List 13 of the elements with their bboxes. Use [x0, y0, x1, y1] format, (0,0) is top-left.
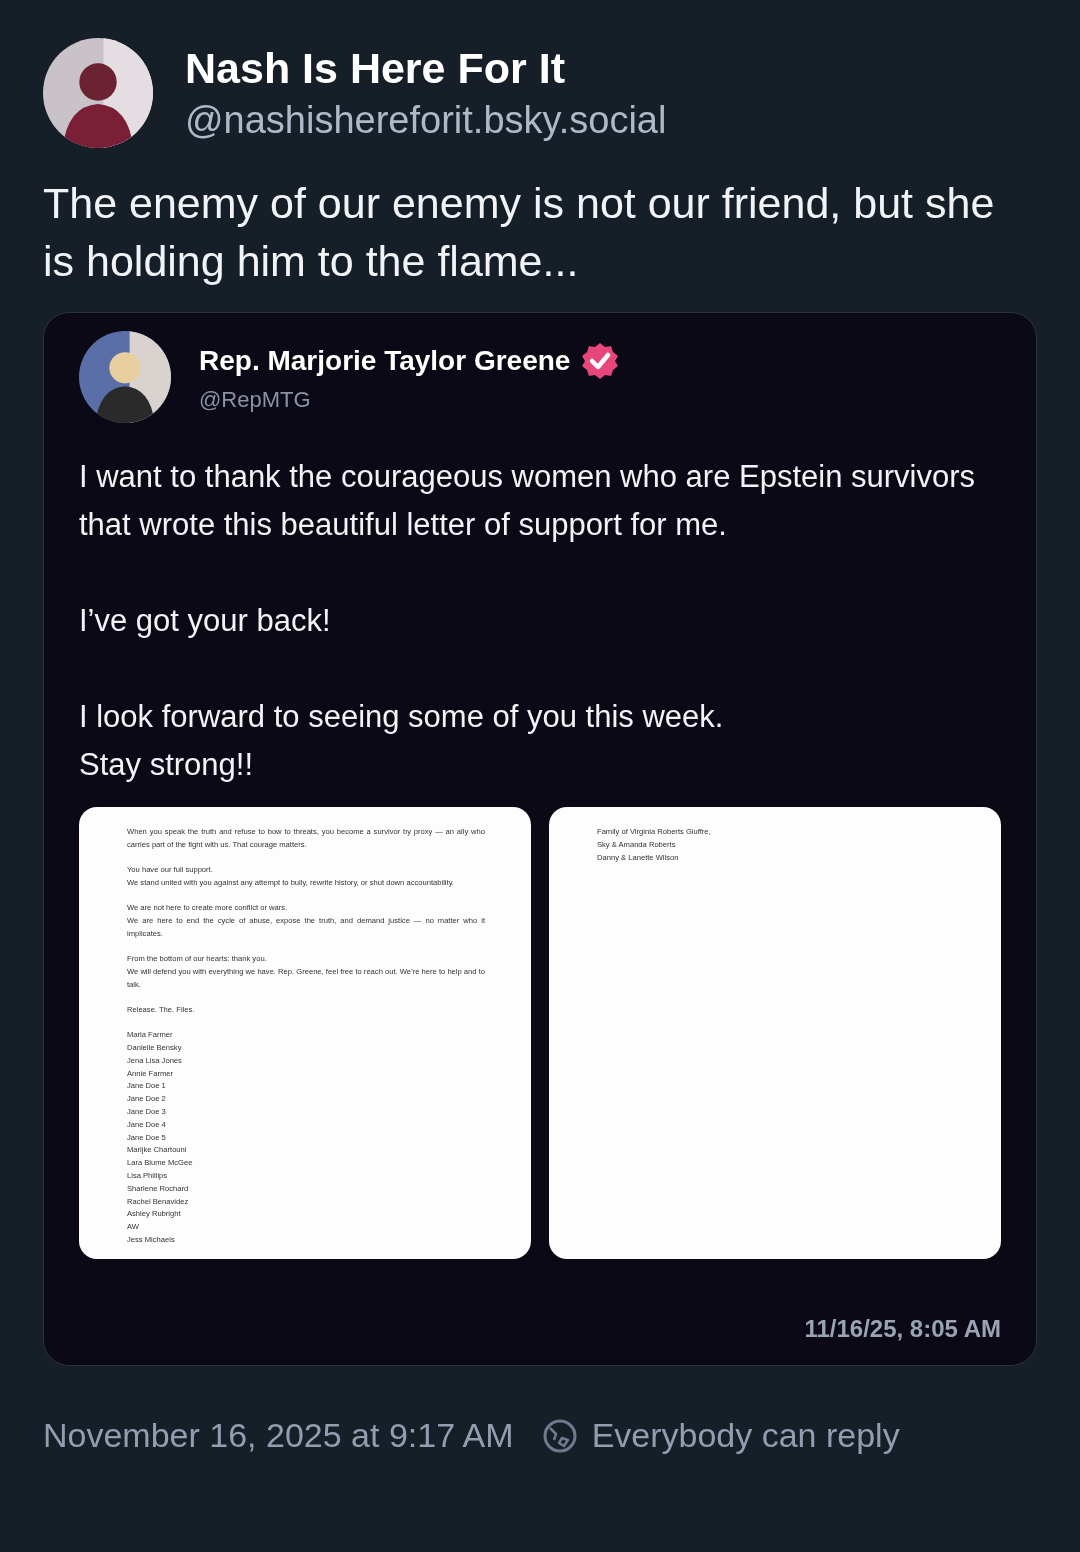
- reply-setting[interactable]: Everybody can reply: [591, 1416, 900, 1455]
- author-name[interactable]: Nash Is Here For It: [185, 44, 667, 93]
- quoted-post-text: I want to thank the courageous women who are Epstein survivors that wrote this beautiful letter of support for me.: [79, 458, 977, 544]
- quoted-author-name: Rep. Marjorie Taylor Greene: [199, 345, 571, 377]
- quoted-post[interactable]: [43, 312, 1037, 1366]
- post-text: The enemy of our enemy is not our friend, but she is holding him to the flame...: [43, 178, 996, 287]
- post-date: November 16, 2025 at 9:17 AM: [43, 1416, 514, 1455]
- quoted-post-text: I look forward to seeing some of you this week. Stay strong!!: [79, 698, 725, 784]
- quoted-post-text: I’ve got your back!: [79, 602, 332, 640]
- quoted-author-handle: @RepMTG: [199, 387, 312, 413]
- author-handle[interactable]: @nashishereforit.bsky.social: [185, 99, 667, 142]
- globe-icon: [541, 1417, 578, 1454]
- quoted-timestamp: 11/16/25, 8:05 AM: [803, 1315, 1001, 1343]
